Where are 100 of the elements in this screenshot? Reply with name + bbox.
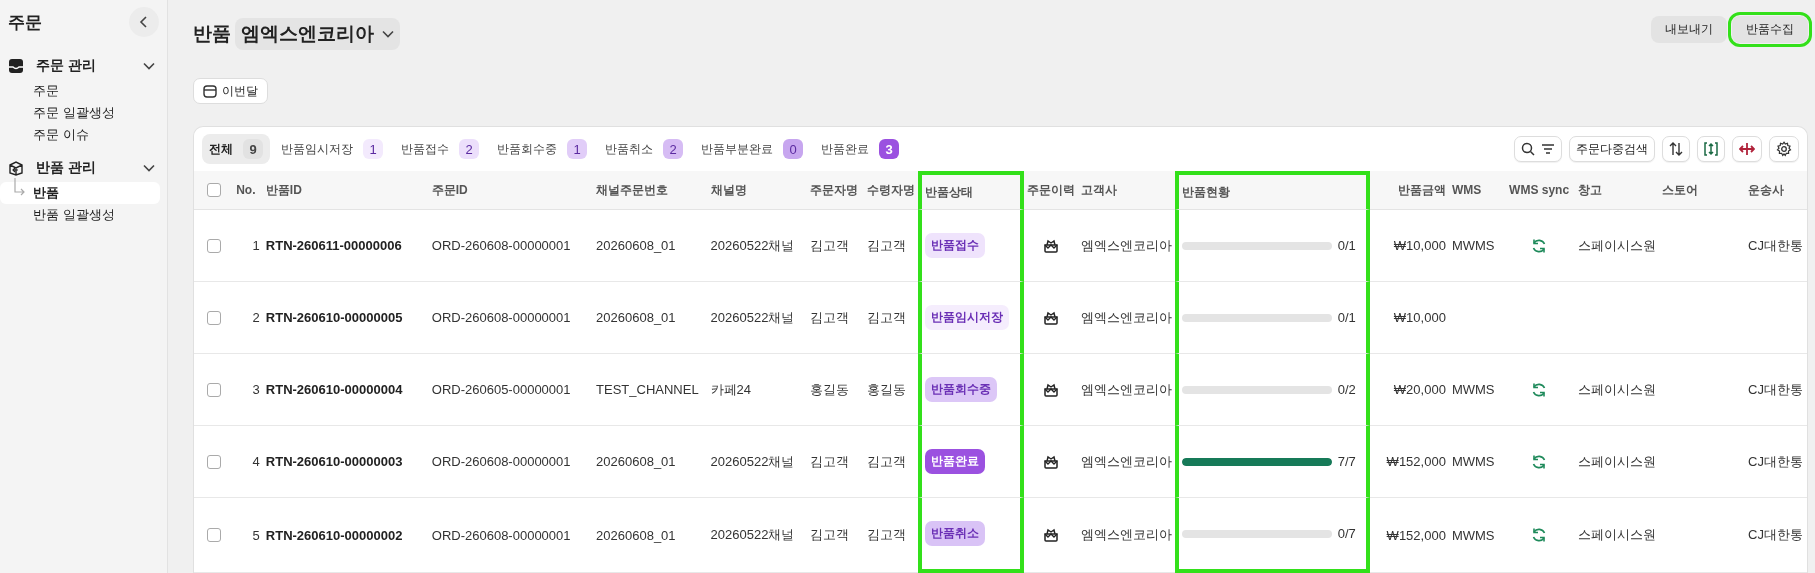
column-header: WMS sync — [1509, 183, 1570, 197]
status-badge: 반품회수중 — [925, 377, 998, 402]
status-badge: 반품임시저장 — [925, 305, 1010, 330]
table-cell: CJ대한통 — [1748, 453, 1803, 469]
count-badge: 2 — [663, 139, 683, 159]
row-checkbox[interactable] — [207, 528, 221, 542]
sidebar-group[interactable]: 반품 관리 — [0, 154, 167, 182]
sort-icon — [1669, 142, 1683, 156]
box-history-icon — [1042, 238, 1059, 253]
return-box-icon — [8, 160, 24, 176]
table-cell: 2 — [252, 310, 260, 325]
table-cell: 0/1 — [1337, 310, 1356, 325]
column-header: 고객사 — [1080, 182, 1117, 197]
column-header: No. — [236, 183, 256, 197]
row-checkbox[interactable] — [207, 238, 221, 253]
sidebar-item[interactable]: 주문 — [0, 80, 160, 102]
row-checkbox[interactable] — [207, 310, 221, 325]
table-cell: CJ대한통 — [1748, 237, 1803, 253]
export-button[interactable]: 내보내기 — [1651, 15, 1727, 43]
table-cell: 김고객 — [809, 237, 849, 253]
date-filter-button[interactable]: 이번달 — [193, 78, 268, 104]
collapse-sidebar-button[interactable] — [129, 7, 159, 37]
table-cell: RTN-260610-00000002 — [265, 527, 403, 543]
select-all-checkbox[interactable] — [207, 183, 221, 197]
sidebar-item[interactable]: 반품 일괄생성 — [0, 204, 160, 226]
count-badge: 2 — [459, 139, 479, 159]
box-history-icon — [1042, 382, 1059, 397]
column-header: 수령자명 — [867, 182, 916, 197]
count-badge: 9 — [243, 139, 263, 159]
table-cell: 20260522채널 — [710, 527, 795, 542]
table-cell: 20260608_01 — [596, 310, 676, 325]
table-cell: MWMS — [1451, 527, 1495, 543]
status-tab[interactable]: 반품회수중 1 — [490, 134, 594, 164]
status-tab[interactable]: 전체 9 — [202, 134, 270, 164]
table-cell: 카페24 — [710, 381, 751, 397]
column-header: 채널주문번호 — [596, 182, 669, 197]
column-header: 반품금액 — [1397, 182, 1446, 197]
row-checkbox[interactable] — [207, 382, 221, 397]
table-cell: 3 — [252, 382, 260, 397]
corner-arrow-icon — [12, 178, 26, 198]
sync-icon — [1531, 237, 1548, 254]
sync-icon — [1531, 527, 1548, 543]
table-cell: RTN-260610-00000004 — [265, 382, 403, 397]
table-cell: CJ대한통 — [1748, 527, 1803, 542]
sort-button[interactable] — [1662, 136, 1690, 162]
status-tab[interactable]: 반품취소 2 — [598, 134, 690, 164]
chevron-down-icon — [382, 30, 394, 38]
search-filter-button[interactable] — [1514, 136, 1562, 162]
table-cell: ORD-260608-00000001 — [431, 527, 571, 543]
table-cell: RTN-260610-00000003 — [265, 454, 403, 469]
status-tab[interactable]: 반품임시저장 1 — [274, 134, 390, 164]
expand-rows-button[interactable] — [1697, 136, 1725, 162]
box-history-icon — [1042, 454, 1059, 469]
settings-button[interactable] — [1769, 136, 1799, 162]
table-cell: 20260522채널 — [710, 237, 795, 253]
status-tab[interactable]: 반품완료 3 — [814, 134, 906, 164]
table-cell: 홍길동 — [867, 381, 907, 397]
move-columns-button[interactable] — [1732, 136, 1762, 162]
page-title: 반품 — [193, 22, 231, 46]
sidebar-item[interactable]: 주문 이슈 — [0, 124, 160, 146]
count-badge: 1 — [363, 139, 383, 159]
sync-icon — [1531, 381, 1548, 398]
table-cell: 홍길동 — [809, 381, 849, 397]
filter-icon — [1541, 143, 1555, 155]
row-checkbox[interactable] — [207, 454, 221, 469]
status-tab[interactable]: 반품부분완료 0 — [694, 134, 810, 164]
table-cell: 7/7 — [1337, 454, 1356, 469]
sync-icon — [1531, 453, 1548, 470]
company-dropdown[interactable]: 엠엑스엔코리아 — [235, 18, 400, 50]
table-cell: 20260608_01 — [596, 454, 676, 469]
table-cell: 20260522채널 — [710, 309, 795, 325]
multi-search-button[interactable]: 주문다중검색 — [1569, 136, 1655, 162]
table-cell: ORD-260608-00000001 — [431, 310, 571, 325]
expand-vertical-icon — [1704, 142, 1718, 156]
table-cell: 0/2 — [1337, 382, 1356, 397]
sidebar-group[interactable]: 주문 관리 — [0, 52, 167, 80]
table-cell: 스페이시스원 — [1577, 381, 1656, 397]
count-badge: 0 — [783, 139, 803, 159]
table-cell: 4 — [252, 454, 260, 469]
table-cell: 스페이시스원 — [1577, 527, 1656, 542]
table-cell: MWMS — [1451, 238, 1495, 253]
sidebar-title: 주문 — [8, 11, 42, 34]
table-cell: 1 — [252, 238, 260, 253]
table-cell: ₩20,000 — [1393, 382, 1446, 397]
table-cell: 20260608_01 — [596, 527, 676, 543]
table-cell: 김고객 — [809, 453, 849, 469]
status-tab[interactable]: 반품접수 2 — [394, 134, 486, 164]
table-cell: RTN-260611-00000006 — [265, 238, 402, 253]
table-cell: 0/1 — [1337, 238, 1356, 253]
column-header: 주문이력 — [1026, 182, 1075, 197]
table-cell: ₩152,000 — [1386, 454, 1446, 469]
table-cell: 김고객 — [867, 527, 907, 542]
table-cell: 엠엑스엔코리아 — [1080, 527, 1172, 542]
table-cell: 20260608_01 — [596, 238, 676, 253]
column-header: 반품ID — [265, 182, 302, 197]
sidebar-item[interactable]: 주문 일괄생성 — [0, 102, 160, 124]
table-cell: 김고객 — [867, 237, 907, 253]
count-badge: 1 — [567, 139, 587, 159]
table-cell: ORD-260608-00000001 — [431, 454, 571, 469]
chevron-icon — [143, 62, 155, 70]
